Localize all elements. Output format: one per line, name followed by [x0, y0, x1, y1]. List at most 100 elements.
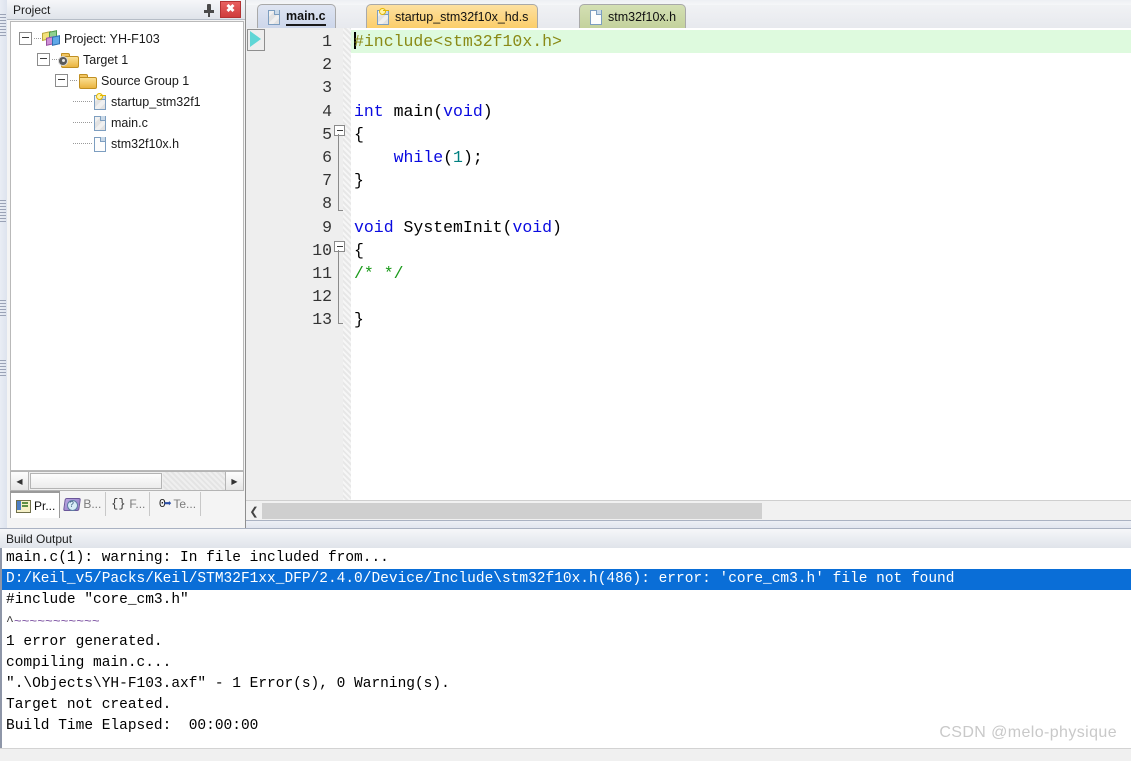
code-token: int — [354, 101, 384, 121]
scrollbar-thumb[interactable] — [30, 473, 162, 489]
header-file-icon — [92, 136, 106, 152]
fold-toggle-main[interactable] — [334, 125, 345, 136]
dock-tick — [0, 14, 6, 36]
tree-item-source-group-1[interactable]: Source Group 1 — [11, 70, 243, 91]
asm-file-icon — [92, 92, 106, 110]
line-number: 1 — [322, 32, 332, 51]
build-output-title: Build Output — [6, 531, 73, 546]
code-token: { — [354, 240, 364, 260]
code-line-8[interactable] — [351, 192, 1131, 215]
panel-tab-label: Te... — [173, 497, 197, 511]
tree-item-stm32f10x-h[interactable]: stm32f10x.h — [11, 133, 243, 154]
fold-end — [338, 210, 343, 211]
editor-gutter: 1 2 3 4 5 6 7 8 9 10 11 12 13 — [246, 28, 351, 500]
tree-expander[interactable] — [55, 74, 68, 87]
code-line-10[interactable]: { — [351, 239, 1131, 262]
close-icon[interactable]: ✖ — [220, 1, 241, 18]
c-file-icon — [267, 9, 280, 25]
build-output-line[interactable]: ".\Objects\YH-F103.axf" - 1 Error(s), 0 … — [2, 674, 1131, 695]
editor-scroll-left-arrow-icon[interactable]: ❮ — [246, 501, 262, 521]
code-token: ); — [462, 147, 483, 167]
build-output-line[interactable]: D:/Keil_v5/Packs/Keil/STM32F1xx_DFP/2.4.… — [2, 569, 1131, 590]
build-output-line[interactable]: #include "core_cm3.h" — [2, 590, 1131, 611]
fold-line — [338, 250, 339, 323]
code-line-11[interactable]: /* */ — [351, 262, 1131, 285]
project-tab-icon — [15, 499, 31, 513]
code-line-4[interactable]: int main(void) — [351, 100, 1131, 123]
tree-item-target-1[interactable]: Target 1 — [11, 49, 243, 70]
scroll-left-arrow-icon[interactable]: ◀ — [11, 472, 29, 490]
code-line-2[interactable] — [351, 53, 1131, 76]
code-token: void — [512, 217, 553, 237]
build-output-line[interactable]: main.c(1): warning: In file included fro… — [2, 548, 1131, 569]
tree-connector — [73, 143, 92, 144]
code-token: /* */ — [354, 263, 404, 283]
project-icon — [42, 30, 60, 46]
scroll-right-arrow-icon[interactable]: ▶ — [225, 472, 243, 490]
line-number: 6 — [322, 147, 332, 167]
code-line-7[interactable]: } — [351, 169, 1131, 192]
keil-uvision-window: Project ✖ Project: YH-F103 Target 1 Source… — [0, 0, 1131, 761]
line-number: 8 — [322, 194, 332, 214]
line-number: 7 — [322, 171, 332, 191]
editor-tab-label: startup_stm32f10x_hd.s — [395, 10, 529, 24]
project-panel-title: Project — [13, 2, 51, 17]
code-line-12[interactable] — [351, 285, 1131, 308]
build-output-line[interactable]: 1 error generated. — [2, 632, 1131, 653]
tree-item-main-c[interactable]: main.c — [11, 112, 243, 133]
build-output-line[interactable]: compiling main.c... — [2, 653, 1131, 674]
tree-item-project-yh-f103[interactable]: Project: YH-F103 — [11, 28, 243, 49]
editor-tab-main-c[interactable]: main.c — [257, 4, 336, 29]
dock-tick — [0, 360, 6, 378]
code-line-6[interactable]: while(1); — [351, 146, 1131, 169]
panel-tab-f[interactable]: {} F... — [106, 492, 151, 516]
fold-line — [338, 134, 339, 210]
tree-expander[interactable] — [19, 32, 32, 45]
line-number: 10 — [312, 240, 332, 260]
code-line-1[interactable]: #include<stm32f10x.h> — [351, 30, 1131, 54]
panel-tab-te[interactable]: 0 ➡ Te... — [150, 492, 202, 516]
line-number: 13 — [312, 310, 332, 330]
editor-tab-startup-stm32f10x-hd-s[interactable]: startup_stm32f10x_hd.s — [366, 4, 539, 29]
project-tree: Project: YH-F103 Target 1 Source Group 1 st… — [10, 21, 244, 471]
code-token: { — [354, 124, 364, 144]
panel-tab-pr[interactable]: Pr... — [10, 491, 61, 518]
editor-horizontal-scrollbar[interactable]: ❮ — [246, 500, 1131, 521]
line-number: 4 — [322, 101, 332, 121]
code-token: #include<stm32f10x.h> — [354, 32, 562, 51]
code-editor[interactable]: 1 2 3 4 5 6 7 8 9 10 11 12 13 #include<stm32f10x.h> i… — [246, 28, 1131, 500]
editor-tab-label: stm32f10x.h — [608, 10, 677, 24]
code-token: } — [354, 310, 364, 330]
code-token: main( — [383, 101, 444, 121]
editor-tab-stm32f10x-h[interactable]: stm32f10x.h — [579, 4, 687, 29]
pin-icon[interactable] — [201, 2, 217, 18]
functions-tab-icon: {} — [111, 497, 126, 511]
scrollbar-trough[interactable] — [163, 472, 225, 490]
tree-item-startup-stm32f1[interactable]: startup_stm32f1 — [11, 91, 243, 112]
editor-tab-label: main.c — [286, 9, 326, 26]
build-output-line[interactable]: Target not created. — [2, 695, 1131, 716]
tree-item-label: Source Group 1 — [101, 73, 190, 88]
editor-tabbar: main.c startup_stm32f10x_hd.s stm32f10x.h — [246, 0, 1131, 29]
code-line-5[interactable]: { — [351, 123, 1131, 146]
panel-tab-b[interactable]: ? B... — [60, 492, 107, 516]
code-token: ) — [482, 101, 493, 121]
code-line-9[interactable]: void SystemInit(void) — [351, 216, 1131, 239]
fold-toggle-systeminit[interactable] — [334, 241, 345, 252]
code-token: ( — [443, 147, 454, 167]
project-horizontal-scrollbar[interactable]: ◀ ▶ — [10, 471, 244, 491]
tree-connector — [73, 122, 92, 123]
books-tab-icon: ? — [63, 497, 82, 511]
tree-item-label: Target 1 — [83, 52, 129, 67]
editor-scrollbar-thumb[interactable] — [262, 503, 762, 519]
tree-item-label: startup_stm32f1 — [111, 94, 201, 109]
build-output-squiggle: ^~~~~~~~~~~~ — [2, 611, 1131, 632]
tree-connector — [34, 38, 42, 39]
panel-tab-label: B... — [83, 497, 102, 511]
build-output-titlebar: Build Output — [0, 528, 1131, 549]
tree-expander[interactable] — [37, 53, 50, 66]
window-bottom-strip — [0, 748, 1131, 761]
code-line-3[interactable] — [351, 76, 1131, 99]
code-line-13[interactable]: } — [351, 308, 1131, 331]
